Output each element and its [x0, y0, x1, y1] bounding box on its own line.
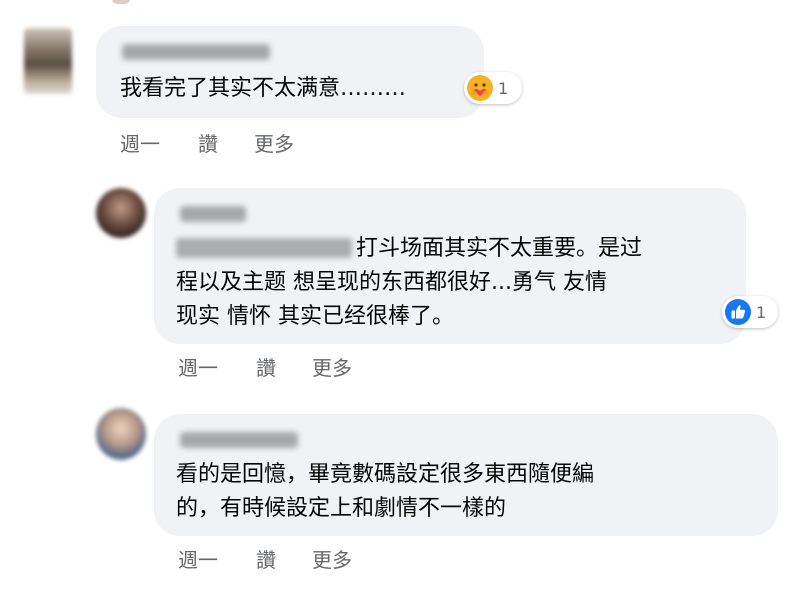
comment-text: 打斗场面其实不太重要。是过 — [356, 236, 643, 261]
comment-actions: 週一 讚 更多 — [120, 128, 314, 157]
reaction-summary[interactable]: 1 — [722, 296, 778, 328]
timestamp-link[interactable]: 週一 — [178, 544, 256, 573]
reaction-summary[interactable]: 1 — [464, 72, 522, 104]
avatar[interactable] — [96, 408, 146, 460]
comment-text: 我看完了其实不太满意……… — [120, 76, 407, 101]
author-name-blurred[interactable] — [180, 432, 298, 448]
comment-text: 程以及主题 想呈现的东西都很好...勇气 友情 — [176, 270, 607, 295]
like-reaction-icon — [725, 299, 751, 325]
timestamp-link[interactable]: 週一 — [178, 352, 256, 381]
more-button[interactable]: 更多 — [254, 128, 314, 157]
more-button[interactable]: 更多 — [312, 544, 372, 573]
previous-comment-edge — [112, 0, 130, 4]
like-button[interactable]: 讚 — [198, 128, 254, 157]
timestamp-link[interactable]: 週一 — [120, 128, 198, 157]
reaction-count: 1 — [756, 302, 767, 322]
like-button[interactable]: 讚 — [256, 544, 312, 573]
author-name-blurred[interactable] — [122, 44, 270, 60]
comment-actions: 週一 讚 更多 — [178, 352, 372, 381]
comment-actions: 週一 讚 更多 — [178, 544, 372, 573]
comment-text: 现实 情怀 其实已经很棒了。 — [176, 304, 454, 329]
like-button[interactable]: 讚 — [256, 352, 312, 381]
care-reaction-icon — [467, 75, 493, 101]
avatar[interactable] — [24, 28, 72, 94]
mention-tag-blurred[interactable] — [176, 238, 352, 258]
avatar[interactable] — [96, 188, 146, 238]
reaction-count: 1 — [498, 78, 509, 98]
author-name-blurred[interactable] — [180, 206, 246, 222]
more-button[interactable]: 更多 — [312, 352, 372, 381]
comment-text: 看的是回憶，畢竟數碼設定很多東西隨便編 — [176, 462, 595, 487]
comment-text: 的，有時候設定上和劇情不一樣的 — [176, 496, 507, 521]
